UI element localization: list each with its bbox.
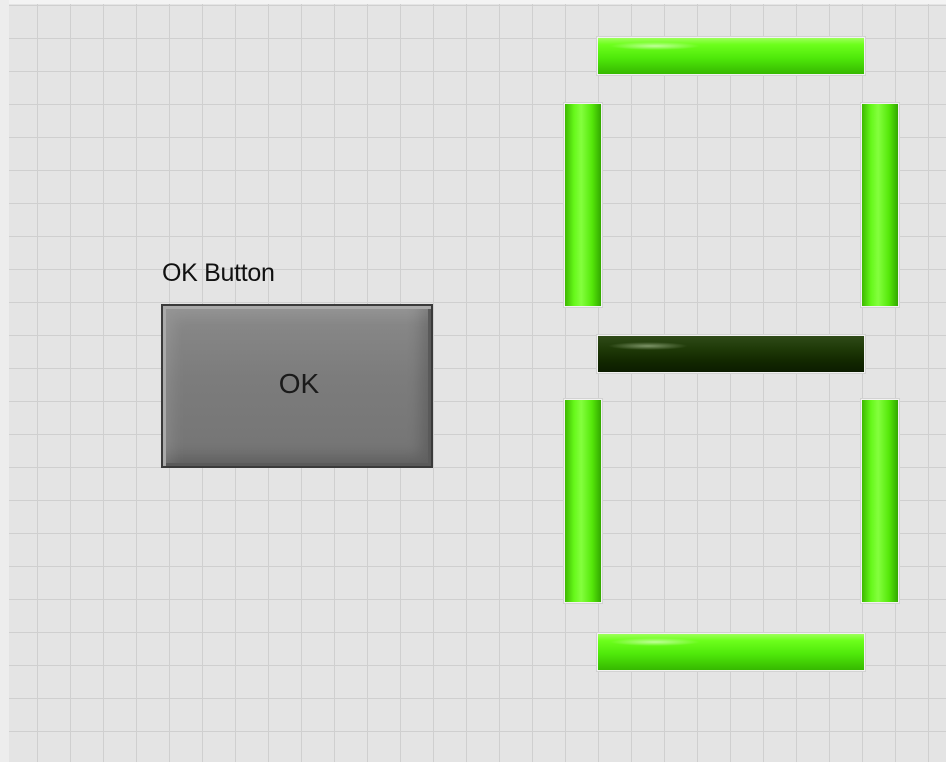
segment-b-top-right[interactable] <box>862 104 898 306</box>
segment-e-bottom-left[interactable] <box>565 400 601 602</box>
ok-button-face[interactable]: OK <box>163 306 431 466</box>
ok-button-text: OK <box>278 368 320 399</box>
panel-top-edge <box>0 0 946 4</box>
ok-button[interactable]: OK <box>161 304 433 468</box>
front-panel: OK Button OK <box>0 0 946 762</box>
segment-g-middle[interactable] <box>598 336 864 372</box>
ok-button-caption: OK Button <box>162 259 275 287</box>
segment-f-top-left[interactable] <box>565 104 601 306</box>
segment-a-top[interactable] <box>598 38 864 74</box>
seven-segment-display <box>560 30 902 675</box>
segment-d-bottom[interactable] <box>598 634 864 670</box>
panel-left-edge <box>0 0 9 762</box>
segment-c-bottom-right[interactable] <box>862 400 898 602</box>
